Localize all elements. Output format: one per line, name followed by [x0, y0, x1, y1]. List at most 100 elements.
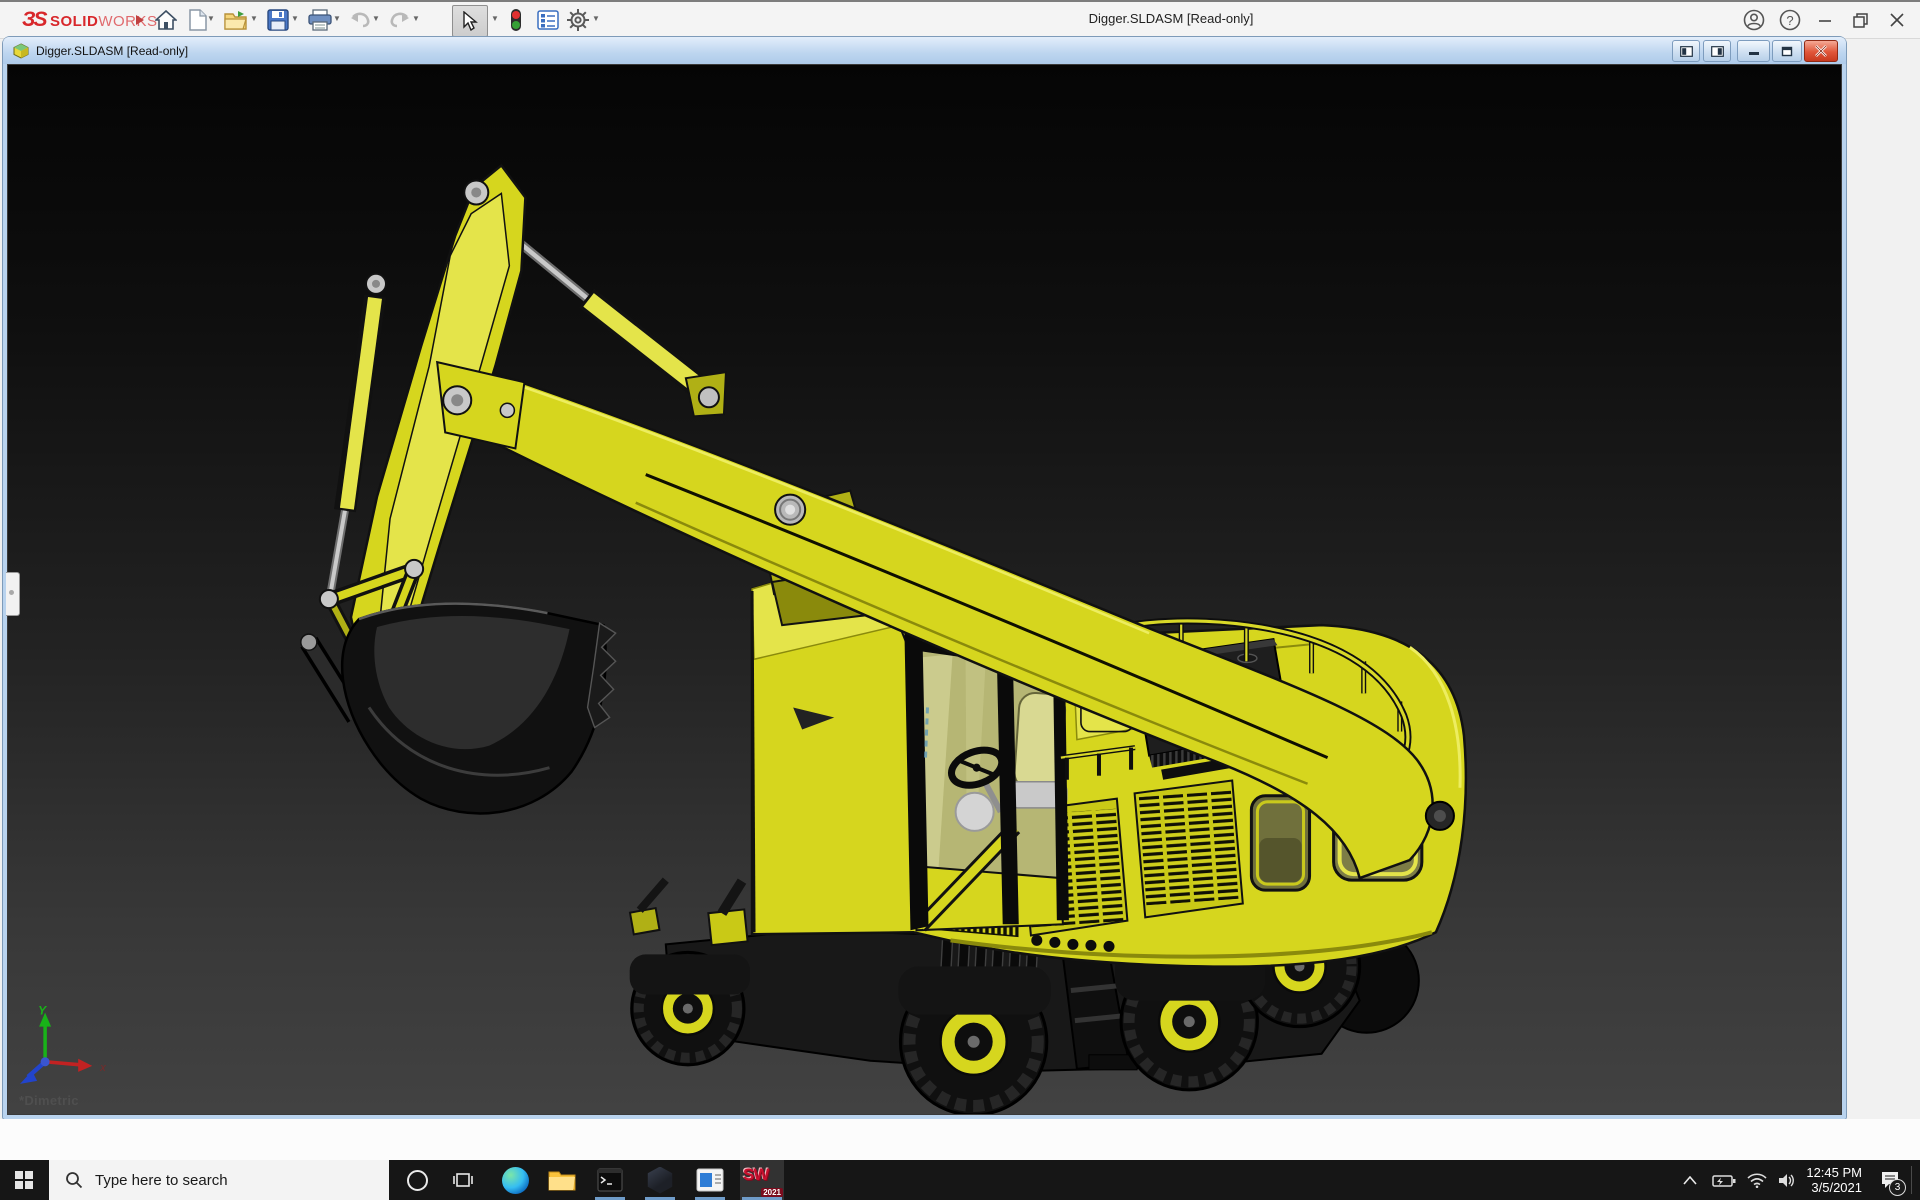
- print-caret[interactable]: ▼: [332, 14, 342, 24]
- doc-minimize-button[interactable]: [1737, 40, 1770, 62]
- status-strip: [0, 1119, 1920, 1160]
- options-caret[interactable]: ▼: [591, 14, 601, 24]
- redo-icon: [389, 11, 411, 29]
- tile-right-button[interactable]: [1703, 40, 1731, 62]
- open-folder-icon: [224, 9, 248, 31]
- solidworks-logo-glyph: ЗS: [22, 8, 46, 31]
- solidworks-app-icon: SW 2021: [743, 1165, 781, 1195]
- print-icon: [308, 9, 332, 31]
- user-account-button[interactable]: [1739, 5, 1769, 35]
- help-icon: ?: [1779, 9, 1801, 31]
- new-document-caret[interactable]: ▼: [206, 14, 216, 24]
- tile-left-button[interactable]: [1672, 40, 1700, 62]
- undo-caret[interactable]: ▼: [371, 14, 381, 24]
- action-center-button[interactable]: 3: [1872, 1160, 1908, 1200]
- close-icon: [1890, 13, 1904, 27]
- play-arrow-icon: [135, 14, 145, 26]
- bucket: [342, 604, 616, 814]
- hexagon-app-button[interactable]: [640, 1160, 680, 1200]
- document-titlebar[interactable]: Digger.SLDASM [Read-only]: [3, 37, 1846, 64]
- cortana-button[interactable]: [397, 1160, 437, 1200]
- doc-close-button[interactable]: [1804, 40, 1838, 62]
- hexagon-app-icon: [647, 1167, 673, 1194]
- maximize-restore-button[interactable]: [1846, 5, 1876, 35]
- cortana-icon: [407, 1170, 428, 1191]
- task-pane-icon: [537, 10, 559, 30]
- solidworks-icon-year: 2021: [761, 1188, 783, 1197]
- tray-chevron-button[interactable]: [1676, 1160, 1704, 1200]
- view-orientation-label: *Dimetric: [19, 1093, 79, 1108]
- save-button[interactable]: [264, 6, 292, 34]
- start-button[interactable]: [0, 1160, 48, 1200]
- assembly-file-icon: [13, 43, 30, 59]
- edge-button[interactable]: [495, 1160, 535, 1200]
- volume-button[interactable]: [1772, 1160, 1802, 1200]
- graphics-viewport[interactable]: Y x *Dimetric: [7, 64, 1842, 1115]
- clock-time: 12:45 PM: [1806, 1165, 1862, 1180]
- minimize-icon: [1818, 13, 1832, 27]
- save-caret[interactable]: ▼: [290, 14, 300, 24]
- file-explorer-button[interactable]: [542, 1160, 582, 1200]
- taskbar-search[interactable]: [49, 1160, 389, 1200]
- wifi-button[interactable]: [1742, 1160, 1772, 1200]
- panel-splitter-handle[interactable]: [6, 572, 20, 616]
- home-button[interactable]: [152, 6, 180, 34]
- chevron-up-icon: [1683, 1176, 1697, 1185]
- gear-icon: [566, 8, 590, 32]
- print-button[interactable]: [306, 6, 334, 34]
- search-icon: [65, 1171, 83, 1189]
- brand-bold: SOLID: [50, 13, 98, 30]
- app-titlebar: ЗS SOLIDWORKS ▼ ▼ ▼ ▼ ▼ ▼ ▼ ▼ Digger.SLD…: [0, 0, 1920, 39]
- app-window-title: Digger.SLDASM [Read-only]: [1089, 11, 1254, 26]
- help-button[interactable]: ?: [1775, 5, 1805, 35]
- select-caret[interactable]: ▼: [490, 14, 500, 24]
- wifi-icon: [1747, 1173, 1767, 1188]
- file-explorer-icon: [548, 1168, 576, 1192]
- doc-restore-button[interactable]: [1772, 40, 1802, 62]
- clock-date: 3/5/2021: [1811, 1180, 1862, 1195]
- document-window: Digger.SLDASM [Read-only]: [3, 37, 1846, 1119]
- undo-button[interactable]: [346, 6, 374, 34]
- logo-expand-arrow[interactable]: [126, 6, 154, 34]
- edge-icon: [502, 1167, 529, 1194]
- open-button[interactable]: [222, 6, 250, 34]
- doc-restore-icon: [1781, 46, 1793, 57]
- open-caret[interactable]: ▼: [249, 14, 259, 24]
- task-view-button[interactable]: [443, 1160, 483, 1200]
- excavator-model: Y x: [8, 65, 1841, 1114]
- document-title: Digger.SLDASM [Read-only]: [36, 44, 188, 58]
- triad-x-label: x: [99, 1062, 106, 1074]
- minimize-button[interactable]: [1810, 5, 1840, 35]
- rebuild-traffic-light-icon: [509, 8, 523, 32]
- task-pane-button[interactable]: [534, 6, 562, 34]
- doc-minimize-icon: [1748, 46, 1760, 56]
- taskbar-clock[interactable]: 12:45 PM 3/5/2021: [1800, 1160, 1862, 1200]
- close-button[interactable]: [1882, 5, 1912, 35]
- select-cursor-icon: [462, 11, 478, 31]
- triad-y-label: Y: [38, 1004, 47, 1018]
- solidworks-taskbar-button[interactable]: SW 2021: [740, 1160, 784, 1200]
- blue-window-app-icon: [696, 1168, 724, 1192]
- windows-logo-icon: [15, 1171, 33, 1189]
- save-icon: [267, 9, 289, 31]
- redo-caret[interactable]: ▼: [411, 14, 421, 24]
- options-button[interactable]: [564, 6, 592, 34]
- undo-icon: [349, 11, 371, 29]
- redo-button[interactable]: [386, 6, 414, 34]
- new-document-icon: [189, 9, 207, 31]
- rebuild-button[interactable]: [502, 6, 530, 34]
- doc-close-icon: [1815, 45, 1827, 57]
- solidworks-icon-letters: SW: [743, 1165, 768, 1184]
- restore-icon: [1853, 12, 1869, 28]
- blue-window-app-button[interactable]: [690, 1160, 730, 1200]
- command-prompt-icon: [597, 1168, 623, 1192]
- battery-button[interactable]: [1708, 1160, 1740, 1200]
- command-prompt-button[interactable]: [590, 1160, 630, 1200]
- search-input[interactable]: [93, 1171, 357, 1190]
- volume-icon: [1778, 1173, 1796, 1188]
- notification-badge: 3: [1889, 1179, 1906, 1196]
- show-desktop-button[interactable]: [1912, 1160, 1920, 1200]
- tile-right-icon: [1711, 46, 1724, 57]
- select-tool-button[interactable]: [452, 5, 488, 37]
- battery-icon: [1712, 1174, 1736, 1187]
